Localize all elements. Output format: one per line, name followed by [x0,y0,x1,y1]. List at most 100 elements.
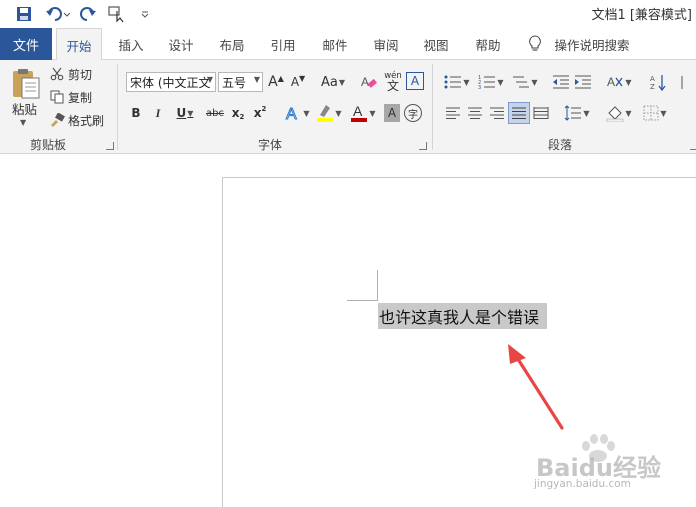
phonetic-char: 文 [386,79,399,93]
shrink-font-label: A [290,75,300,89]
multilevel-list-icon [513,76,530,88]
underline-button[interactable]: U ▼ [172,103,198,123]
distributed-button[interactable] [532,104,550,122]
align-right-icon [490,107,504,119]
font-color-icon: A [351,103,368,122]
chinese-layout-button[interactable]: A ▼ [604,72,634,92]
text-effects-button[interactable]: A ▼ [282,102,312,124]
sort-button[interactable]: AZ [648,72,668,92]
font-size-combo[interactable]: 五号 ▼ [218,72,263,92]
pilcrow-icon [681,76,683,89]
format-painter-button[interactable]: 格式刷 [49,110,104,130]
tab-file[interactable]: 文件 [0,28,52,60]
italic-label: I [155,105,161,120]
paintbrush-icon [49,112,65,128]
tab-layout[interactable]: 布局 [209,28,255,60]
increase-indent-icon [575,75,591,89]
svg-text:A: A [353,103,363,119]
char-shading-button[interactable]: A [384,104,400,122]
subscript-button[interactable]: x2 [230,103,246,123]
svg-text:A: A [361,75,369,89]
borders-button[interactable]: ▼ [640,103,670,123]
cut-button[interactable]: 剪切 [49,64,92,84]
save-icon[interactable] [14,4,34,24]
margin-corner-mark [377,270,378,301]
char-border-label: A [410,74,420,88]
chevron-down-icon: ▼ [206,75,213,84]
bullets-button[interactable]: ▼ [442,72,472,92]
line-spacing-button[interactable]: ▼ [562,103,592,123]
change-case-button[interactable]: Aa ▼ [318,72,348,92]
text-effects-icon: A [286,106,298,123]
numbering-button[interactable]: 1 2 3 ▼ [476,72,506,92]
font-launcher-icon[interactable] [419,142,427,150]
font-name-combo[interactable]: 宋体 (中文正文 ▼ [126,72,216,92]
align-center-button[interactable] [466,104,484,122]
numbering-icon: 123 [478,75,496,90]
bullets-icon [444,75,462,89]
justify-button[interactable] [508,102,530,124]
show-marks-button[interactable] [676,72,696,92]
selected-text[interactable]: 也许这真我人是个错误 [378,303,548,329]
annotation-arrow [508,344,564,430]
superscript-label: x [253,106,262,120]
bold-label: B [131,106,141,120]
align-left-button[interactable] [444,104,462,122]
group-separator [432,64,433,150]
chinese-layout-icon: A [607,75,623,89]
align-center-icon [468,107,482,119]
ribbon-tabs: 文件 开始 插入 设计 布局 引用 邮件 审阅 视图 帮助 操作说明搜索 [0,28,696,61]
svg-text:A: A [286,106,297,122]
shading-button[interactable]: ▼ [604,103,634,123]
scissors-icon [49,66,65,82]
copy-button[interactable]: 复制 [49,87,92,107]
shrink-font-button[interactable]: A ▼ [290,72,306,92]
paste-button[interactable]: 粘贴 [12,99,37,118]
underline-label: U [176,106,187,120]
tab-design[interactable]: 设计 [158,28,204,60]
svg-text:Z: Z [650,83,655,91]
clipboard-icon[interactable] [12,68,40,99]
strikethrough-button[interactable]: abc [204,103,226,123]
enclose-char-button[interactable]: 字 [404,104,422,122]
clipboard-launcher-icon[interactable] [106,142,114,150]
highlight-button[interactable]: ▼ [314,102,344,124]
tab-home[interactable]: 开始 [56,28,102,61]
clear-formatting-button[interactable]: A [360,72,378,92]
tab-mailings[interactable]: 邮件 [312,28,358,60]
grow-font-button[interactable]: A ▲ [268,72,284,92]
lightbulb-icon[interactable] [526,28,544,60]
svg-text:A: A [607,75,615,89]
font-color-button[interactable]: A ▼ [348,102,378,124]
paint-bucket-icon [607,106,624,122]
eraser-icon: A [361,75,377,89]
paragraph-launcher-icon[interactable] [690,142,696,150]
superscript-button[interactable]: x2 [252,103,268,123]
touch-mode-icon[interactable] [106,4,128,24]
chevron-down-icon: ▼ [253,75,260,84]
redo-icon[interactable] [78,4,98,24]
customize-icon[interactable] [138,4,152,24]
tell-me-search[interactable]: 操作说明搜索 [552,28,632,60]
svg-text:A: A [650,75,655,83]
group-separator [117,64,118,150]
tab-insert[interactable]: 插入 [108,28,154,60]
multilevel-list-button[interactable]: ▼ [510,72,540,92]
phonetic-guide-button[interactable]: wén 文 [382,68,404,94]
align-left-icon [446,107,460,119]
title-bar: 文档1 [兼容模式] [0,0,696,28]
undo-icon[interactable] [44,4,72,24]
tab-view[interactable]: 视图 [413,28,459,60]
decrease-indent-button[interactable] [552,72,570,92]
grow-font-label: A [268,74,278,90]
italic-button[interactable]: I [150,103,166,123]
align-right-button[interactable] [488,104,506,122]
cut-label: 剪切 [68,67,93,82]
tab-help[interactable]: 帮助 [465,28,511,60]
tab-review[interactable]: 审阅 [363,28,409,60]
bold-button[interactable]: B [128,103,144,123]
char-border-button[interactable]: A [406,72,424,90]
increase-indent-button[interactable] [574,72,592,92]
paste-dropdown-icon[interactable]: ▼ [20,118,26,127]
tab-references[interactable]: 引用 [260,28,306,60]
